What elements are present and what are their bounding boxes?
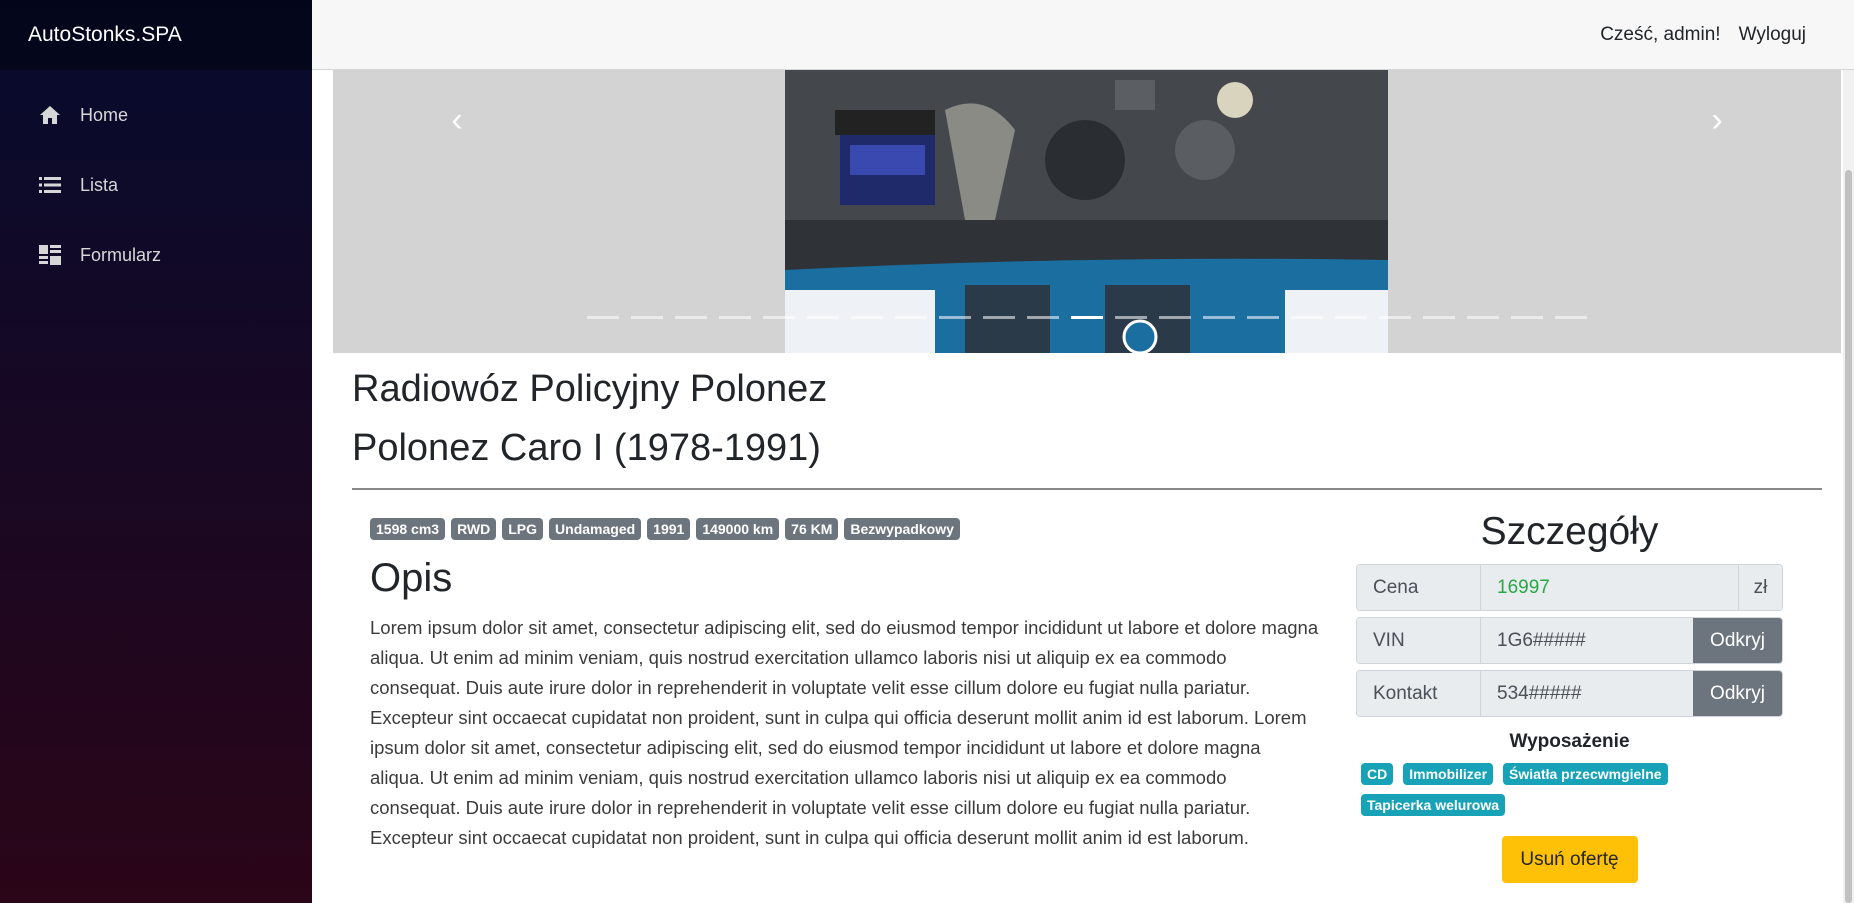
spec-badge: RWD bbox=[451, 518, 497, 540]
carousel-indicator[interactable] bbox=[1555, 316, 1587, 319]
carousel-indicator[interactable] bbox=[983, 316, 1015, 319]
carousel-indicator[interactable] bbox=[1027, 316, 1059, 319]
page-scrollbar[interactable] bbox=[1843, 70, 1854, 903]
carousel-indicator[interactable] bbox=[631, 316, 663, 319]
equipment-badge: Światła przecwmgielne bbox=[1503, 763, 1668, 785]
details-panel: Szczegóły Cena 16997 zł VIN 1G6##### Odk… bbox=[1356, 510, 1783, 883]
chevron-right-icon: › bbox=[1711, 101, 1723, 139]
sidebar-item-formularz[interactable]: Formularz bbox=[0, 220, 312, 290]
spec-badge: Bezwypadkowy bbox=[844, 518, 960, 540]
carousel-indicator[interactable] bbox=[939, 316, 971, 319]
carousel-indicator[interactable] bbox=[1511, 316, 1543, 319]
price-row: Cena 16997 zł bbox=[1356, 564, 1783, 611]
carousel-indicator[interactable] bbox=[1379, 316, 1411, 319]
price-label: Cena bbox=[1357, 565, 1481, 610]
sidebar-item-label: Home bbox=[80, 104, 129, 125]
carousel-indicator[interactable] bbox=[1115, 316, 1147, 319]
photo-carousel: ‹ › bbox=[333, 70, 1841, 353]
spec-badge: 1598 cm3 bbox=[370, 518, 446, 540]
carousel-indicator[interactable] bbox=[1247, 316, 1279, 319]
carousel-indicator[interactable] bbox=[1335, 316, 1367, 319]
equipment-badges: CD Immobilizer Światła przecwmgielne Tap… bbox=[1356, 763, 1783, 816]
carousel-indicator[interactable] bbox=[851, 316, 883, 319]
spec-badge: LPG bbox=[502, 518, 544, 540]
carousel-indicators bbox=[333, 316, 1841, 319]
car-photo bbox=[785, 70, 1388, 353]
reveal-contact-button[interactable]: Odkryj bbox=[1693, 671, 1782, 716]
divider bbox=[352, 488, 1822, 490]
details-heading: Szczegóły bbox=[1480, 510, 1659, 553]
contact-row: Kontakt 534##### Odkryj bbox=[1356, 670, 1783, 717]
top-bar: Cześć, admin! Wyloguj bbox=[312, 0, 1854, 70]
carousel-indicator[interactable] bbox=[1423, 316, 1455, 319]
sidebar-item-lista[interactable]: Lista bbox=[0, 150, 312, 220]
greeting-link[interactable]: Cześć, admin! bbox=[1600, 24, 1720, 46]
list-icon bbox=[38, 173, 62, 197]
spec-badge: 1991 bbox=[647, 518, 691, 540]
carousel-indicator[interactable] bbox=[1467, 316, 1499, 319]
price-currency: zł bbox=[1738, 565, 1782, 610]
equipment-badge: CD bbox=[1361, 763, 1394, 785]
sidebar-item-label: Formularz bbox=[80, 244, 162, 265]
carousel-indicator[interactable] bbox=[1203, 316, 1235, 319]
carousel-indicator[interactable] bbox=[763, 316, 795, 319]
description-heading: Opis bbox=[370, 556, 453, 600]
home-icon bbox=[38, 103, 62, 127]
delete-offer-button[interactable]: Usuń ofertę bbox=[1501, 836, 1638, 883]
carousel-indicator[interactable] bbox=[1291, 316, 1323, 319]
carousel-indicator[interactable] bbox=[719, 316, 751, 319]
listing-title: Radiowóz Policyjny Polonez Polonez Caro … bbox=[352, 360, 827, 478]
equipment-badge: Tapicerka welurowa bbox=[1361, 794, 1506, 816]
vin-value: 1G6##### bbox=[1481, 618, 1693, 663]
equipment-heading: Wyposażenie bbox=[1509, 731, 1630, 752]
listing-title-line2: Polonez Caro I (1978-1991) bbox=[352, 427, 821, 469]
listing-title-line1: Radiowóz Policyjny Polonez bbox=[352, 368, 828, 410]
equipment-badge: Immobilizer bbox=[1403, 763, 1494, 785]
form-icon bbox=[38, 243, 62, 267]
spec-badge: Undamaged bbox=[549, 518, 642, 540]
description-text: Lorem ipsum dolor sit amet, consectetur … bbox=[370, 617, 1319, 848]
logout-link[interactable]: Wyloguj bbox=[1739, 24, 1806, 46]
carousel-indicator[interactable] bbox=[675, 316, 707, 319]
carousel-indicator[interactable] bbox=[807, 316, 839, 319]
sidebar-item-home[interactable]: Home bbox=[0, 80, 312, 150]
carousel-next-button[interactable]: › bbox=[1697, 100, 1737, 140]
contact-value: 534##### bbox=[1481, 671, 1693, 716]
carousel-indicator[interactable] bbox=[895, 316, 927, 319]
spec-badge: 149000 km bbox=[696, 518, 780, 540]
chevron-left-icon: ‹ bbox=[451, 101, 463, 139]
price-value: 16997 bbox=[1481, 565, 1738, 610]
user-links: Cześć, admin! Wyloguj bbox=[1582, 0, 1806, 70]
sidebar: AutoStonks.SPA Home Lista Formularz bbox=[0, 0, 312, 903]
sidebar-item-label: Lista bbox=[80, 174, 119, 195]
contact-label: Kontakt bbox=[1357, 671, 1481, 716]
spec-badges: 1598 cm3 RWD LPG Undamaged 1991 149000 k… bbox=[370, 518, 960, 540]
carousel-prev-button[interactable]: ‹ bbox=[437, 100, 477, 140]
scrollbar-thumb[interactable] bbox=[1845, 170, 1852, 903]
reveal-vin-button[interactable]: Odkryj bbox=[1693, 618, 1782, 663]
sidebar-nav: Home Lista Formularz bbox=[0, 70, 312, 290]
carousel-indicator[interactable] bbox=[587, 316, 619, 319]
vin-row: VIN 1G6##### Odkryj bbox=[1356, 617, 1783, 664]
spec-badge: 76 KM bbox=[785, 518, 839, 540]
carousel-indicator-active[interactable] bbox=[1071, 316, 1103, 319]
brand-logo[interactable]: AutoStonks.SPA bbox=[0, 0, 312, 70]
carousel-indicator[interactable] bbox=[1159, 316, 1191, 319]
vin-label: VIN bbox=[1357, 618, 1481, 663]
